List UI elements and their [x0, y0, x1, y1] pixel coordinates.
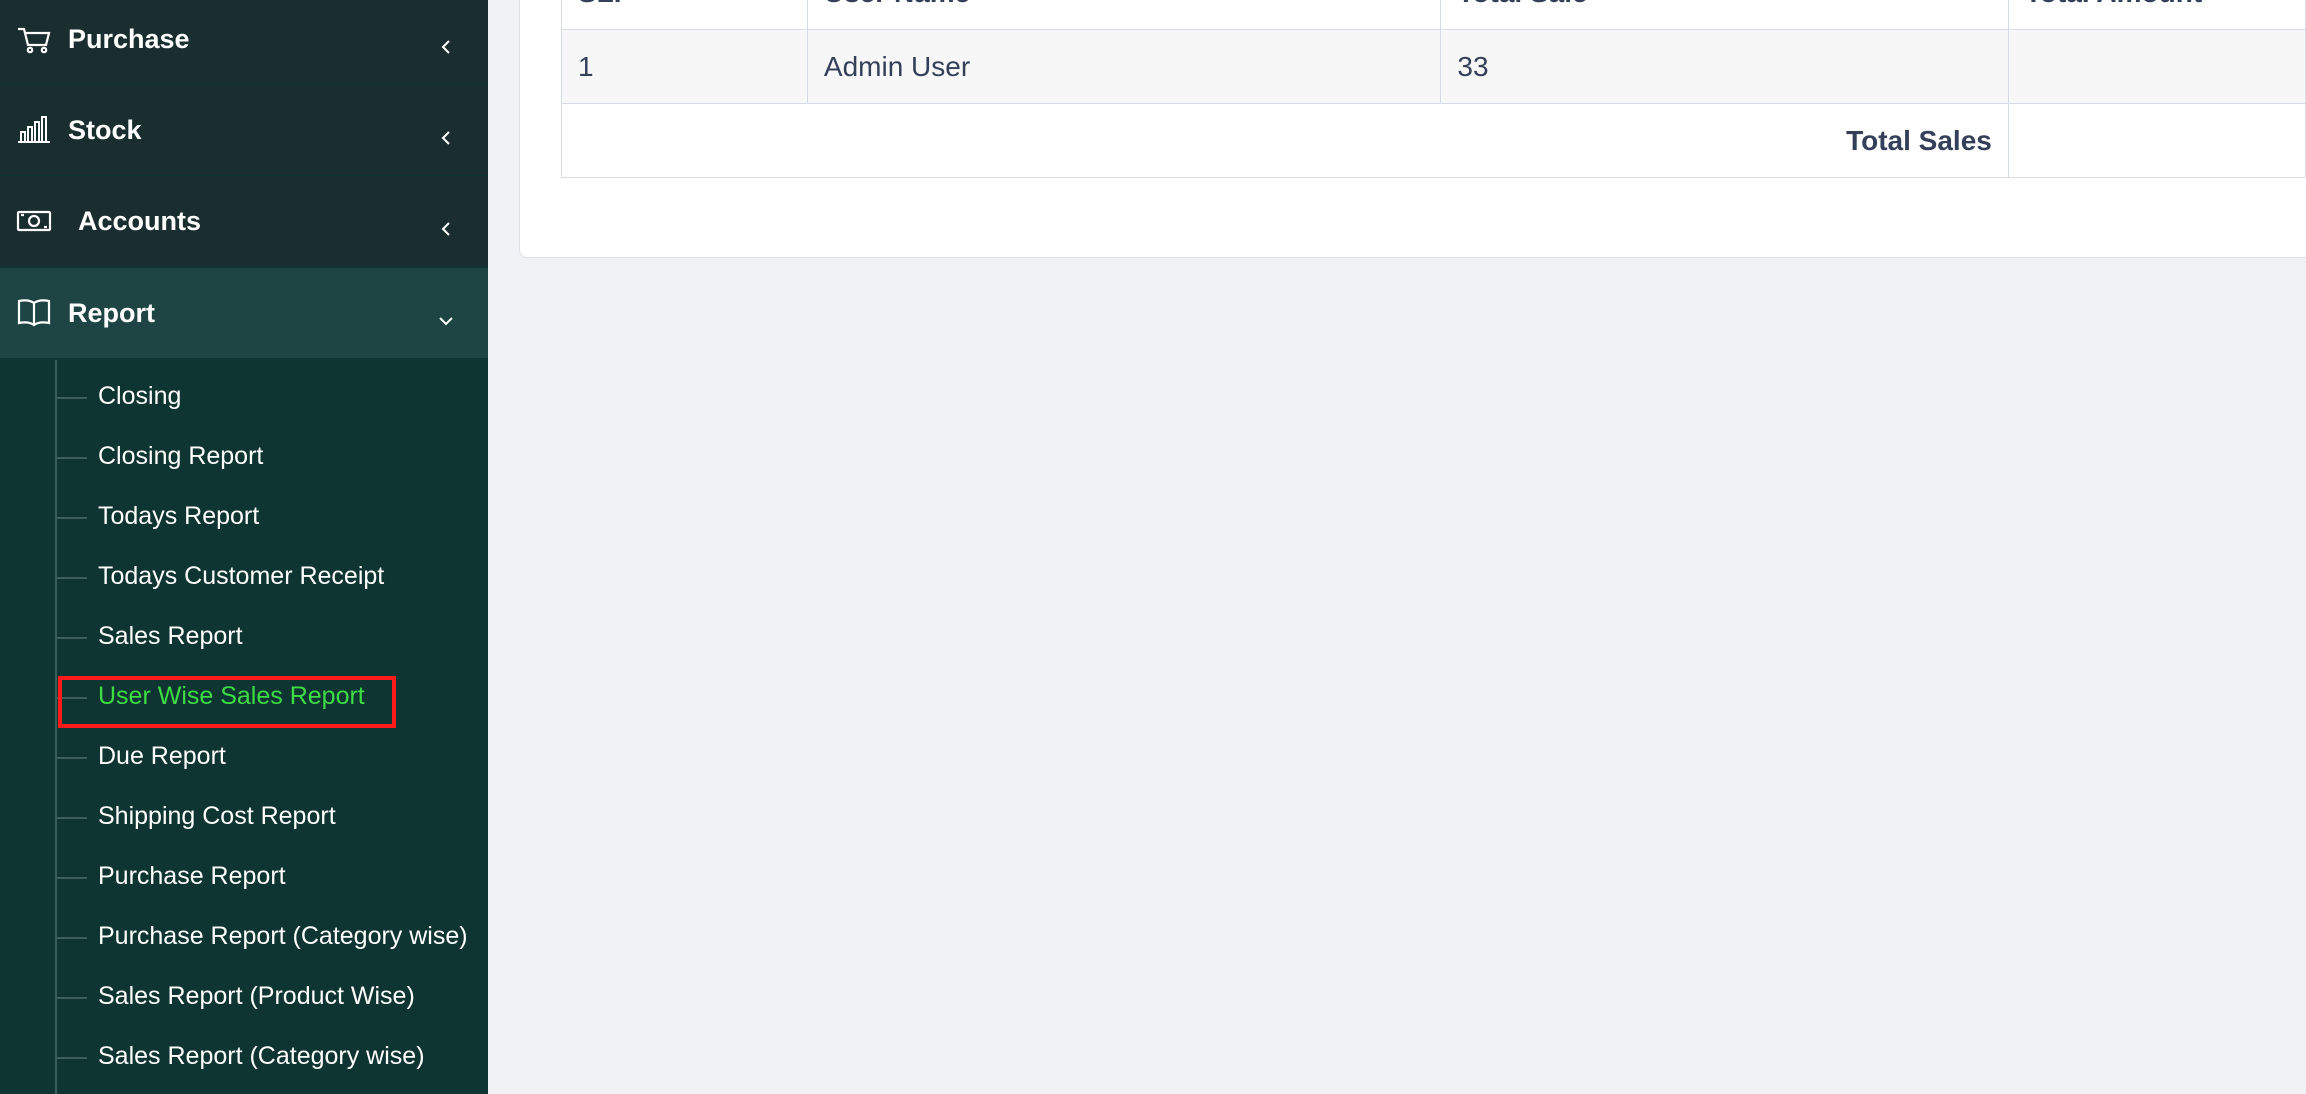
table-footer-row: Total Sales — [561, 103, 2306, 178]
tree-dash — [57, 817, 87, 819]
cell-total-amount — [2007, 29, 2306, 104]
sidebar-item-closing[interactable]: Closing — [0, 368, 488, 428]
sidebar-subitem-label: Closing Report — [98, 442, 264, 470]
sidebar-item-sales-report-product[interactable]: Sales Report (Product Wise) — [0, 968, 488, 1028]
tree-dash — [57, 397, 87, 399]
money-icon — [16, 205, 52, 237]
table-row: 1 Admin User 33 — [561, 29, 2306, 104]
sidebar-item-label: Purchase — [68, 23, 190, 54]
sidebar-item-label: Report — [68, 297, 155, 328]
sidebar-subitem-label: Purchase Report — [98, 862, 286, 890]
sidebar-item-purchase-report[interactable]: Purchase Report — [0, 848, 488, 908]
column-header-user-name: User Name — [806, 0, 1442, 30]
table-header-row: SL. User Name Total Sale Total Amount — [561, 0, 2306, 30]
sidebar-item-purchase[interactable]: Purchase — [0, 0, 488, 84]
column-header-sl: SL. — [561, 0, 808, 30]
sidebar-item-label: Accounts — [78, 205, 202, 236]
sidebar-subitem-label: User Wise Sales Report — [98, 682, 365, 710]
tree-dash — [57, 697, 87, 699]
tree-dash — [57, 937, 87, 939]
column-header-total-amount: Total Amount — [2007, 0, 2306, 30]
chevron-left-icon — [438, 31, 454, 54]
cell-user-name: Admin User — [806, 29, 1442, 104]
sidebar-item-shipping-cost-report[interactable]: Shipping Cost Report — [0, 788, 488, 848]
sidebar-subitem-label: Due Report — [98, 742, 226, 770]
sidebar: Purchase Stock Accounts Report Closing C… — [0, 0, 488, 1094]
total-sales-label: Total Sales — [561, 103, 2009, 178]
sidebar-item-todays-report[interactable]: Todays Report — [0, 488, 488, 548]
sidebar-subitem-label: Sales Report (Product Wise) — [98, 982, 415, 1010]
chevron-left-icon — [438, 213, 454, 236]
book-icon — [16, 297, 52, 329]
tree-dash — [57, 577, 87, 579]
sidebar-item-sales-report-category[interactable]: Sales Report (Category wise) — [0, 1028, 488, 1088]
total-sales-value — [2007, 103, 2306, 178]
tree-dash — [57, 877, 87, 879]
tree-dash — [57, 997, 87, 999]
sidebar-item-stock[interactable]: Stock — [0, 85, 488, 175]
tree-dash — [57, 517, 87, 519]
user-sales-table: SL. User Name Total Sale Total Amount 1 … — [561, 0, 2306, 178]
chevron-down-icon — [438, 305, 454, 326]
sidebar-subitem-label: Sales Report (Category wise) — [98, 1042, 425, 1070]
sidebar-item-user-wise-sales-report[interactable]: User Wise Sales Report — [0, 668, 488, 728]
tree-dash — [57, 637, 87, 639]
sidebar-subitem-label: Todays Report — [98, 502, 260, 530]
bar-chart-icon — [16, 114, 52, 146]
tree-dash — [57, 757, 87, 759]
sidebar-item-purchase-report-category[interactable]: Purchase Report (Category wise) — [0, 908, 488, 968]
sidebar-item-closing-report[interactable]: Closing Report — [0, 428, 488, 488]
sidebar-item-sales-report[interactable]: Sales Report — [0, 608, 488, 668]
cell-sl: 1 — [561, 29, 808, 104]
sidebar-subitem-label: Closing — [98, 382, 182, 410]
sidebar-subitem-label: Sales Report — [98, 622, 243, 650]
tree-dash — [57, 457, 87, 459]
cell-total-sale: 33 — [1440, 29, 2009, 104]
sidebar-item-label: Stock — [68, 114, 142, 145]
cart-icon — [16, 23, 52, 55]
sidebar-subitem-label: Purchase Report (Category wise) — [98, 922, 468, 950]
sidebar-item-due-report[interactable]: Due Report — [0, 728, 488, 788]
column-header-total-sale: Total Sale — [1440, 0, 2009, 30]
sidebar-item-todays-customer-receipt[interactable]: Todays Customer Receipt — [0, 548, 488, 608]
sidebar-subitem-label: Shipping Cost Report — [98, 802, 336, 830]
sidebar-item-accounts[interactable]: Accounts — [0, 176, 488, 266]
sidebar-subitem-label: Todays Customer Receipt — [98, 562, 385, 590]
sidebar-item-report[interactable]: Report — [0, 268, 488, 358]
tree-dash — [57, 1057, 87, 1059]
chevron-left-icon — [438, 122, 454, 145]
